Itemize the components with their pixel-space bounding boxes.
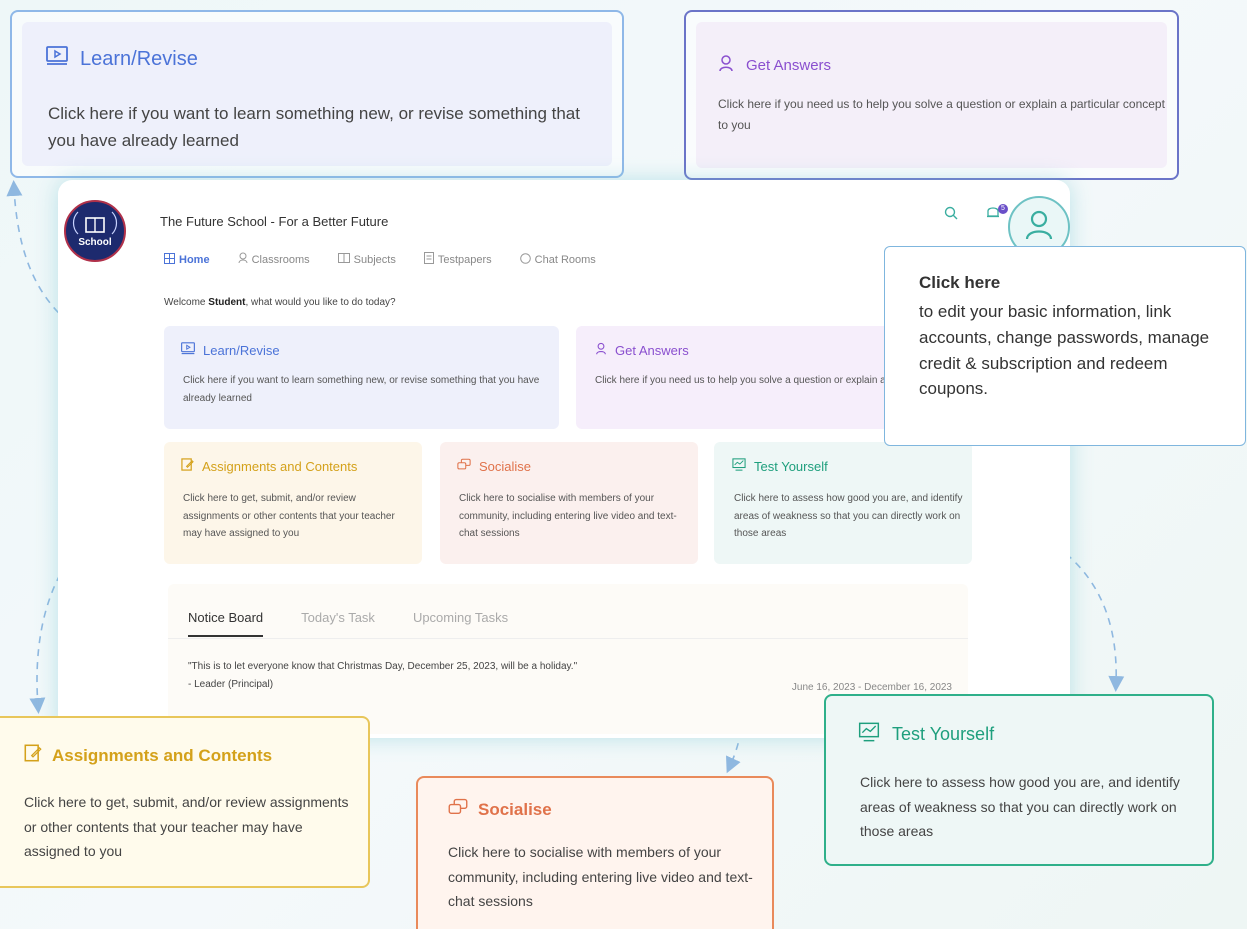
welcome-prefix: Welcome [164, 297, 209, 308]
card-title: Assignments and Contents [202, 458, 358, 474]
edit-document-icon [181, 458, 194, 474]
test-yourself-callout: Test Yourself Click here to assess how g… [824, 694, 1214, 866]
nav-label: Classrooms [251, 253, 310, 266]
grid-icon [164, 252, 175, 267]
assignments-callout: Assignments and Contents Click here to g… [0, 716, 370, 888]
welcome-message: Welcome Student, what would you like to … [164, 297, 396, 308]
nav-label: Subjects [353, 253, 396, 266]
video-lesson-icon [46, 46, 68, 72]
nav-label: Chat Rooms [534, 253, 596, 266]
card-text: Click here if you need us to help you so… [595, 375, 895, 386]
monitor-chart-icon [732, 458, 746, 474]
nav-subjects[interactable]: Subjects [337, 252, 396, 267]
callout-text: Click here to get, submit, and/or review… [24, 794, 349, 859]
nav-label: Home [179, 253, 210, 266]
notice-author: - Leader (Principal) [188, 678, 274, 690]
classroom-icon [238, 252, 248, 267]
socialise-callout: Socialise Click here to socialise with m… [416, 776, 774, 929]
card-title: Test Yourself [754, 458, 828, 474]
tab-divider [168, 638, 968, 639]
video-lesson-icon [181, 342, 195, 358]
nav-classrooms[interactable]: Classrooms [238, 252, 310, 267]
card-title: Socialise [479, 458, 532, 474]
person-question-icon [718, 54, 734, 76]
card-text: Click here to socialise with members of … [459, 493, 677, 539]
search-icon[interactable] [944, 206, 958, 225]
logo-text: School [78, 237, 112, 248]
book-icon [337, 253, 350, 266]
app-title: The Future School - For a Better Future [160, 214, 389, 229]
callout-title: Assignments and Contents [52, 745, 273, 765]
socialise-card[interactable]: Socialise Click here to socialise with m… [440, 442, 698, 564]
notification-badge: 5 [998, 204, 1008, 214]
callout-title: Test Yourself [892, 724, 995, 744]
get-answers-callout: Get Answers Click here if you need us to… [684, 10, 1179, 180]
callout-title: Get Answers [746, 56, 832, 74]
tab-upcoming-tasks[interactable]: Upcoming Tasks [413, 610, 508, 637]
callout-title: Click here [919, 273, 1001, 292]
main-nav: Home Classrooms Subjects Testpapers Chat… [164, 252, 596, 267]
get-answers-card[interactable]: Get Answers Click here if you need us to… [576, 326, 906, 429]
profile-callout: Click here to edit your basic informatio… [884, 246, 1246, 446]
nav-home[interactable]: Home [164, 252, 210, 267]
welcome-suffix: , what would you like to do today? [245, 297, 396, 308]
nav-chat-rooms[interactable]: Chat Rooms [519, 252, 596, 267]
school-logo[interactable]: School [64, 200, 126, 262]
card-text: Click here if you want to learn somethin… [183, 375, 540, 404]
tab-notice-board[interactable]: Notice Board [188, 610, 264, 637]
card-title: Get Answers [615, 342, 689, 358]
callout-text: Click here if you need us to help you so… [718, 97, 1165, 132]
edit-document-icon [24, 744, 42, 767]
tab-todays-task[interactable]: Today's Task [301, 610, 375, 637]
welcome-user: Student [208, 297, 246, 308]
card-text: Click here to assess how good you are, a… [734, 493, 963, 539]
callout-text: Click here to assess how good you are, a… [860, 774, 1180, 839]
notice-date-range: June 16, 2023 - December 16, 2023 [791, 682, 952, 693]
card-title: Learn/Revise [203, 342, 280, 358]
learn-revise-callout: Learn/Revise Click here if you want to l… [10, 10, 624, 178]
monitor-chart-icon [858, 722, 880, 747]
user-avatar-icon [1024, 209, 1054, 246]
nav-label: Testpapers [437, 253, 492, 266]
person-question-icon [595, 342, 607, 358]
notice-item: "This is to let everyone know that Chris… [188, 658, 577, 693]
assignments-card[interactable]: Assignments and Contents Click here to g… [164, 442, 422, 564]
callout-text: Click here to socialise with members of … [448, 844, 753, 909]
notice-message: "This is to let everyone know that Chris… [188, 661, 578, 672]
chat-icon [519, 252, 531, 267]
callout-text: Click here if you want to learn somethin… [48, 104, 580, 151]
callout-title: Learn/Revise [80, 47, 198, 70]
notice-tabs: Notice Board Today's Task Upcoming Tasks [188, 610, 508, 637]
callout-text: to edit your basic information, link acc… [919, 302, 1210, 399]
document-icon [423, 252, 434, 267]
test-yourself-card[interactable]: Test Yourself Click here to assess how g… [714, 442, 972, 564]
callout-title: Socialise [478, 799, 552, 819]
nav-testpapers[interactable]: Testpapers [423, 252, 492, 267]
chat-bubbles-icon [457, 458, 471, 474]
learn-revise-card[interactable]: Learn/Revise Click here if you want to l… [164, 326, 559, 429]
card-text: Click here to get, submit, and/or review… [183, 493, 395, 539]
chat-bubbles-icon [448, 798, 468, 821]
